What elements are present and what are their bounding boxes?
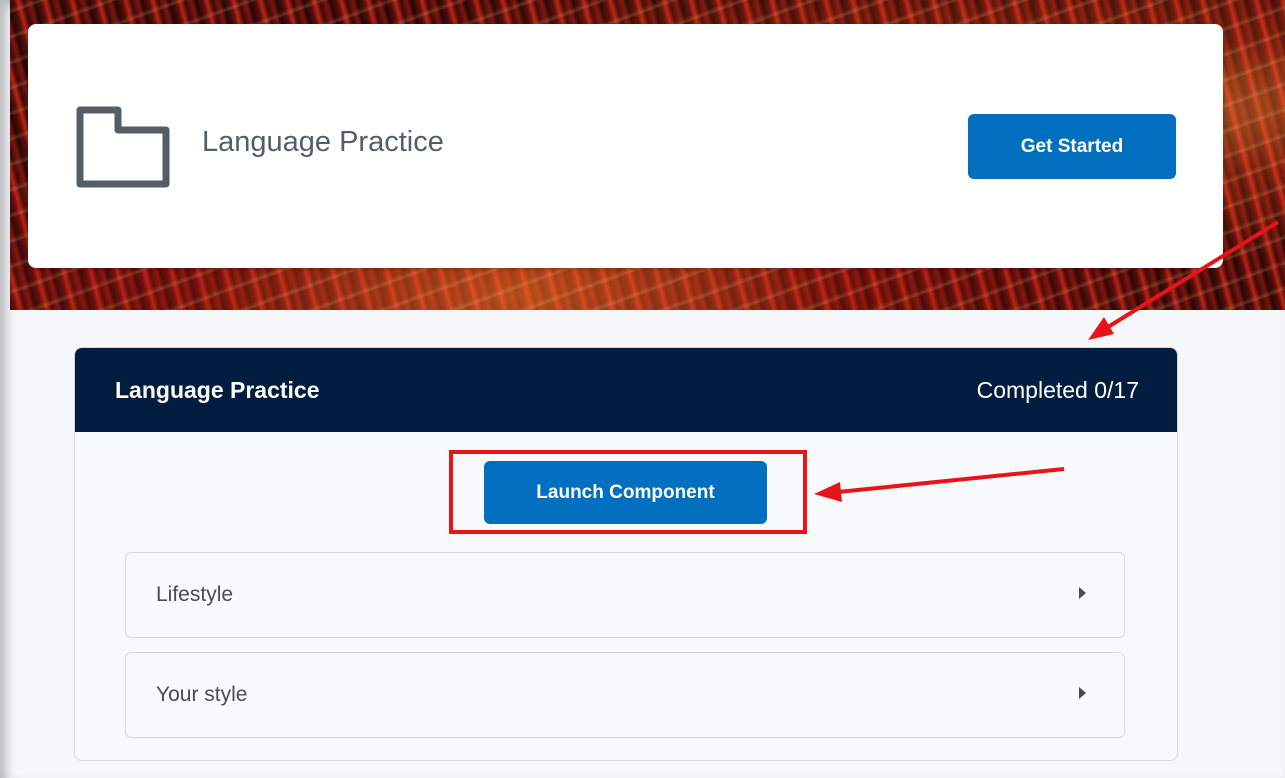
list-item-label: Lifestyle (156, 583, 234, 606)
list-item-label: Your style (156, 683, 248, 706)
course-title: Language Practice (202, 126, 444, 158)
page-frame: Language Practice Get Started Language P… (0, 0, 1285, 778)
list-item-your-style[interactable]: Your style (125, 652, 1125, 738)
annotation-arrowhead-status (1088, 317, 1114, 340)
list-item-lifestyle[interactable]: Lifestyle (125, 552, 1125, 638)
expand-arrow-icon (1079, 687, 1086, 699)
get-started-button[interactable]: Get Started (968, 114, 1176, 179)
completion-status: Completed 0/17 (976, 377, 1139, 403)
module-header[interactable]: Language Practice Completed 0/17 (75, 348, 1177, 432)
module-title: Language Practice (115, 377, 320, 403)
expand-arrow-icon (1079, 587, 1086, 599)
folder-icon (76, 106, 170, 188)
annotation-highlight-box (449, 450, 807, 534)
